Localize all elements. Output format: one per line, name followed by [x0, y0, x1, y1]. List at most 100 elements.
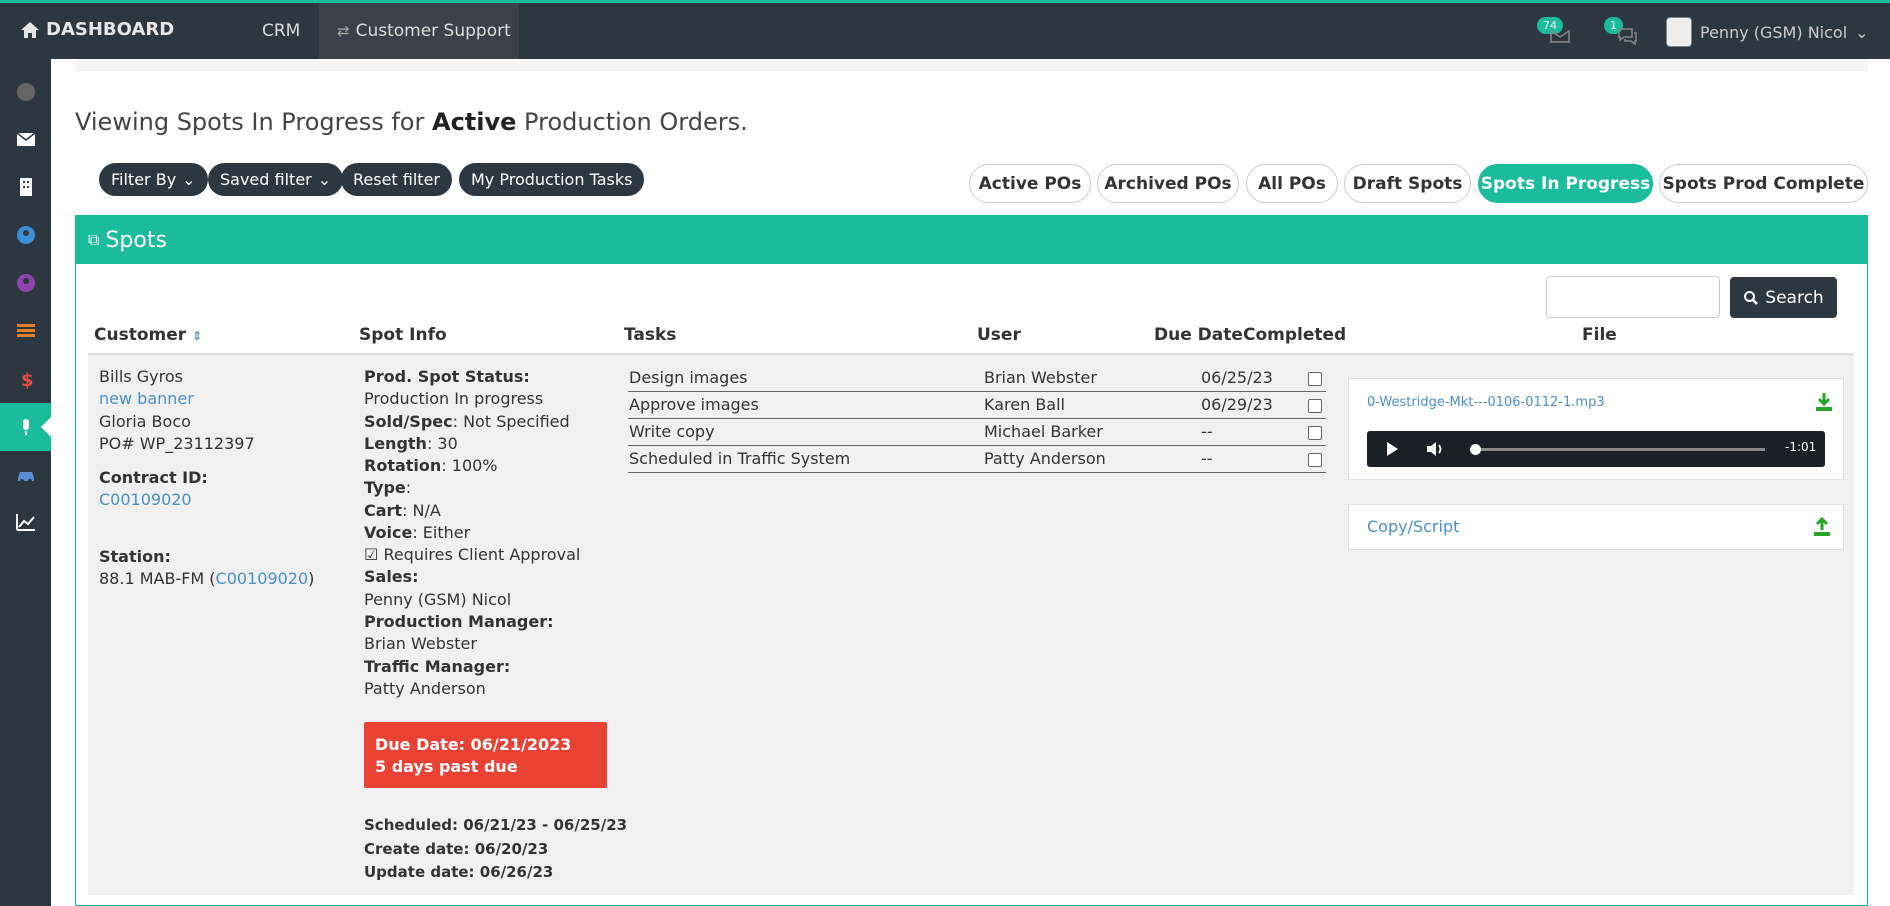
nav-customer-support[interactable]: ⇄ Customer Support	[319, 3, 519, 59]
rotation-label: Rotation	[364, 456, 442, 475]
copy-script-link[interactable]: Copy/Script	[1367, 517, 1459, 536]
sidebar-item-dashboard[interactable]	[0, 67, 51, 115]
station-close-paren: )	[308, 569, 315, 588]
past-due-text: 5 days past due	[375, 757, 518, 776]
my-production-tasks-button[interactable]: My Production Tasks	[459, 163, 645, 196]
sidebar: $	[0, 59, 51, 906]
page-title-suffix: Production Orders.	[516, 108, 748, 136]
saved-filter-button[interactable]: Saved filter ⌄	[208, 163, 344, 196]
sidebar-item-billing[interactable]: $	[0, 355, 51, 403]
station-value: 88.1 MAB-FM (C00109020)	[99, 569, 314, 588]
panel-title: Spots	[105, 227, 167, 253]
tab-spots-prod-complete[interactable]: Spots Prod Complete	[1659, 164, 1868, 203]
voice-label: Voice	[364, 523, 413, 542]
play-icon[interactable]	[1385, 441, 1399, 457]
task-completed-checkbox[interactable]	[1308, 426, 1322, 440]
client-approval-label: Requires Client Approval	[383, 545, 581, 564]
reset-filter-button[interactable]: Reset filter	[341, 163, 452, 196]
task-row: Write copy Michael Barker --	[628, 419, 1326, 446]
chevron-down-icon: ⌄	[317, 170, 332, 189]
search-icon	[1744, 290, 1759, 305]
envelope-icon	[16, 132, 35, 146]
audio-progress-handle[interactable]	[1470, 444, 1481, 455]
filter-by-button[interactable]: Filter By ⌄	[99, 163, 208, 196]
station-contract-link[interactable]: C00109020	[216, 569, 309, 588]
sidebar-item-mail[interactable]	[0, 115, 51, 163]
length: Length: 30	[364, 434, 458, 453]
sidebar-item-reports[interactable]	[0, 499, 51, 547]
filter-by-label: Filter By	[111, 170, 177, 189]
user-name: Penny (GSM) Nicol	[1700, 22, 1848, 42]
column-file: File	[1582, 325, 1617, 345]
check-square-icon: ☑	[364, 545, 379, 564]
audio-progress-track[interactable]	[1475, 448, 1765, 451]
exchange-icon: ⇄	[337, 22, 350, 40]
cart: Cart: N/A	[364, 501, 441, 520]
station-label: Station:	[99, 547, 171, 566]
task-user: Brian Webster	[984, 368, 1097, 387]
dollar-icon: $	[21, 370, 34, 390]
rotation-value: : 100%	[441, 456, 498, 475]
sidebar-item-production[interactable]	[0, 403, 51, 451]
spot-title-link[interactable]: new banner	[99, 389, 194, 408]
audio-file-link[interactable]: 0-Westridge-Mkt---0106-0112-1.mp3	[1367, 395, 1605, 410]
length-label: Length	[364, 434, 427, 453]
cart-label: Cart	[364, 501, 403, 520]
task-completed-checkbox[interactable]	[1308, 372, 1322, 386]
status-label: Prod. Spot Status:	[364, 367, 530, 386]
search-input[interactable]	[1546, 276, 1720, 318]
tab-spots-in-progress[interactable]: Spots In Progress	[1478, 164, 1653, 203]
user-circle-icon	[16, 226, 35, 244]
rotation: Rotation: 100%	[364, 456, 498, 475]
column-customer[interactable]: Customer ⇕	[94, 325, 202, 345]
task-name: Design images	[629, 368, 748, 387]
task-name: Write copy	[629, 422, 715, 441]
task-row: Scheduled in Traffic System Patty Anders…	[628, 446, 1326, 473]
type-value: :	[405, 478, 412, 497]
production-manager-label: Production Manager:	[364, 612, 554, 631]
sidebar-item-contacts[interactable]	[0, 211, 51, 259]
voice-value: : Either	[412, 523, 471, 542]
search-button[interactable]: Search	[1730, 277, 1837, 318]
sidebar-item-building[interactable]	[0, 163, 51, 211]
download-icon[interactable]	[1815, 392, 1833, 412]
task-completed-checkbox[interactable]	[1308, 453, 1322, 467]
task-due: --	[1201, 422, 1213, 441]
sidebar-item-vehicles[interactable]	[0, 451, 51, 499]
task-due: 06/29/23	[1201, 395, 1273, 414]
sidebar-item-schedule[interactable]	[0, 307, 51, 355]
dashboard-link[interactable]: DASHBOARD	[20, 19, 174, 40]
chevron-down-icon: ⌄	[182, 170, 196, 189]
envelope-icon	[1550, 29, 1570, 43]
chat-icon	[1618, 28, 1637, 45]
sales-value: Penny (GSM) Nicol	[364, 590, 512, 609]
column-user: User	[977, 325, 1021, 345]
tab-active-pos[interactable]: Active POs	[969, 164, 1091, 203]
contract-id-label: Contract ID:	[99, 468, 208, 487]
scheduled-range: Scheduled: 06/21/23 - 06/25/23	[364, 816, 628, 834]
svg-text:$: $	[21, 370, 34, 390]
task-completed-checkbox[interactable]	[1308, 399, 1322, 413]
audio-player[interactable]: -1:01	[1367, 431, 1825, 467]
column-completed: Completed	[1243, 325, 1347, 345]
top-navbar: DASHBOARD CRM ⇄ Customer Support 74 1 Pe…	[0, 0, 1890, 59]
task-row: Approve images Karen Ball 06/29/23	[628, 392, 1326, 419]
customer-contact: Gloria Boco	[99, 412, 191, 431]
traffic-manager-label: Traffic Manager:	[364, 657, 511, 676]
page-title-status: Active	[432, 108, 517, 136]
nav-crm[interactable]: CRM	[262, 21, 300, 41]
sidebar-item-users[interactable]	[0, 259, 51, 307]
upload-icon[interactable]	[1813, 517, 1831, 537]
volume-icon[interactable]	[1425, 440, 1445, 458]
task-due: --	[1201, 449, 1213, 468]
user-menu[interactable]: Penny (GSM) Nicol ⌄	[1666, 17, 1869, 47]
copy-icon: ⧉	[88, 230, 100, 249]
tab-archived-pos[interactable]: Archived POs	[1097, 164, 1239, 203]
task-name: Scheduled in Traffic System	[629, 449, 851, 468]
station-name: 88.1 MAB-FM (	[99, 569, 216, 588]
dashboard-gauge-icon	[16, 83, 35, 101]
tab-all-pos[interactable]: All POs	[1246, 164, 1338, 203]
contract-id-link[interactable]: C00109020	[99, 490, 192, 509]
tab-draft-spots[interactable]: Draft Spots	[1344, 164, 1471, 203]
line-chart-icon	[15, 514, 35, 531]
